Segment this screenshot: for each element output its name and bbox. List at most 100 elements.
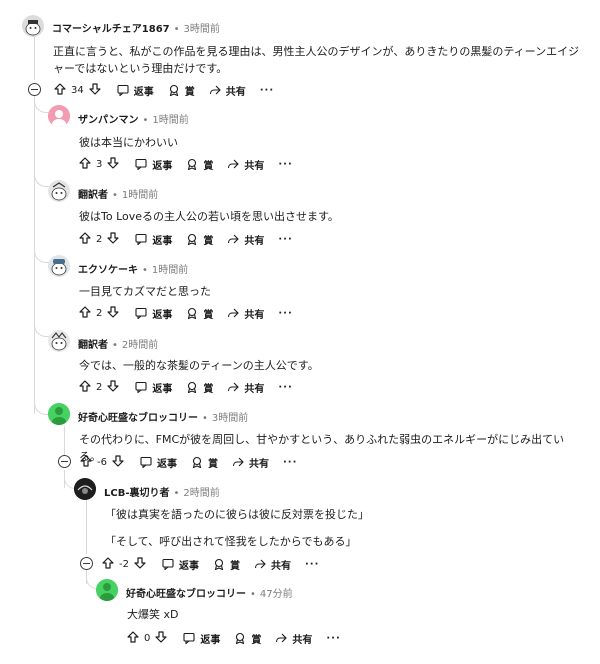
share-button[interactable]: 共有 (227, 380, 264, 395)
comment-actions: 2 返事 賞 共有 ··· (79, 378, 293, 396)
more-options-icon[interactable]: ··· (326, 633, 340, 644)
share-label: 共有 (225, 86, 246, 98)
reply-label: 返事 (156, 458, 177, 470)
vote-score: 2 (96, 233, 103, 245)
upvote-icon[interactable] (79, 156, 91, 172)
reply-button[interactable]: 返事 (140, 455, 177, 470)
vote-score: 34 (71, 84, 84, 96)
timestamp[interactable]: 1時間前 (122, 190, 158, 201)
award-button[interactable]: 賞 (168, 83, 195, 98)
award-button[interactable]: 賞 (191, 455, 218, 470)
timestamp[interactable]: 2時間前 (183, 488, 219, 499)
upvote-icon[interactable] (80, 454, 92, 470)
timestamp[interactable]: 3時間前 (184, 24, 220, 35)
award-icon (186, 158, 198, 170)
username[interactable]: エクソケーキ (78, 265, 138, 276)
award-button[interactable]: 賞 (186, 306, 213, 321)
share-button[interactable]: 共有 (209, 83, 246, 98)
award-icon (168, 84, 180, 96)
downvote-icon[interactable] (107, 379, 119, 395)
mascot-avatar-4[interactable] (48, 330, 70, 352)
comment-text: 正直に言うと、私がこの作品を見る理由は、男性主人公のデザインが、ありきたりの黒髪… (53, 45, 580, 75)
award-button[interactable]: 賞 (186, 232, 213, 247)
mascot-avatar-1[interactable] (22, 15, 44, 37)
reply-label: 返事 (152, 160, 173, 172)
upvote-icon[interactable] (79, 379, 91, 395)
collapse-thread-button[interactable] (28, 83, 41, 96)
collapse-thread-button[interactable] (80, 557, 93, 570)
reply-button[interactable]: 返事 (117, 83, 154, 98)
more-options-icon[interactable]: ··· (278, 159, 292, 170)
downvote-icon[interactable] (107, 305, 119, 321)
username[interactable]: LCB-裏切り者 (104, 488, 169, 499)
comment-text: 今では、一般的な茶髪のティーンの主人公です。 (79, 359, 319, 372)
username[interactable]: 好奇心旺盛なブロッコリー (126, 589, 246, 600)
share-label: 共有 (244, 160, 265, 172)
username[interactable]: 好奇心旺盛なブロッコリー (78, 413, 198, 424)
pink-avatar[interactable] (48, 105, 70, 127)
collapse-thread-button[interactable] (58, 455, 71, 468)
comment-author-row: コマーシャルチェア1867 • 3時間前 (52, 20, 220, 35)
reply-button[interactable]: 返事 (162, 557, 199, 572)
green-avatar-2[interactable] (96, 579, 118, 601)
share-button[interactable]: 共有 (227, 306, 264, 321)
downvote-icon[interactable] (134, 556, 146, 572)
reply-label: 返事 (152, 235, 173, 247)
downvote-icon[interactable] (155, 630, 167, 646)
timestamp[interactable]: 1時間前 (152, 265, 188, 276)
share-button[interactable]: 共有 (254, 557, 291, 572)
share-label: 共有 (248, 458, 269, 470)
mascot-avatar-2[interactable] (48, 180, 70, 202)
award-button[interactable]: 賞 (186, 157, 213, 172)
reply-button[interactable]: 返事 (183, 631, 220, 646)
upvote-icon[interactable] (79, 305, 91, 321)
upvote-icon[interactable] (102, 556, 114, 572)
timestamp[interactable]: 1時間前 (152, 115, 188, 126)
award-icon (191, 456, 203, 468)
share-icon (227, 381, 240, 393)
more-options-icon[interactable]: ··· (283, 457, 297, 468)
comment-author-row: ザンパンマン • 1時間前 (78, 111, 189, 126)
award-icon (186, 381, 198, 393)
downvote-icon[interactable] (89, 82, 101, 98)
reply-button[interactable]: 返事 (135, 380, 172, 395)
more-options-icon[interactable]: ··· (260, 85, 274, 96)
downvote-icon[interactable] (107, 231, 119, 247)
timestamp[interactable]: 2時間前 (122, 340, 158, 351)
more-options-icon[interactable]: ··· (278, 382, 292, 393)
award-button[interactable]: 賞 (213, 557, 240, 572)
more-options-icon[interactable]: ··· (305, 559, 319, 570)
downvote-icon[interactable] (107, 156, 119, 172)
comment-actions: 2 返事 賞 共有 ··· (79, 230, 293, 248)
dark-avatar[interactable] (74, 478, 96, 500)
upvote-icon[interactable] (54, 82, 66, 98)
separator-dot: • (173, 24, 180, 35)
upvote-icon[interactable] (127, 630, 139, 646)
username[interactable]: コマーシャルチェア1867 (52, 24, 170, 35)
share-label: 共有 (244, 309, 265, 321)
upvote-icon[interactable] (79, 231, 91, 247)
award-button[interactable]: 賞 (186, 380, 213, 395)
green-avatar[interactable] (48, 403, 70, 425)
share-button[interactable]: 共有 (227, 232, 264, 247)
reply-button[interactable]: 返事 (135, 157, 172, 172)
share-icon (227, 307, 240, 319)
award-label: 賞 (203, 383, 214, 395)
reply-button[interactable]: 返事 (135, 306, 172, 321)
username[interactable]: 翻訳者 (78, 190, 108, 201)
downvote-icon[interactable] (112, 454, 124, 470)
more-options-icon[interactable]: ··· (278, 308, 292, 319)
timestamp[interactable]: 3時間前 (212, 413, 248, 424)
more-options-icon[interactable]: ··· (278, 234, 292, 245)
share-button[interactable]: 共有 (227, 157, 264, 172)
reply-button[interactable]: 返事 (135, 232, 172, 247)
award-label: 賞 (203, 160, 214, 172)
share-button[interactable]: 共有 (232, 455, 269, 470)
username[interactable]: ザンパンマン (78, 115, 139, 126)
mascot-avatar-3[interactable] (48, 255, 70, 277)
timestamp[interactable]: 47分前 (260, 589, 293, 600)
username[interactable]: 翻訳者 (78, 340, 108, 351)
share-button[interactable]: 共有 (275, 631, 312, 646)
comment-icon (183, 632, 195, 644)
award-button[interactable]: 賞 (234, 631, 261, 646)
